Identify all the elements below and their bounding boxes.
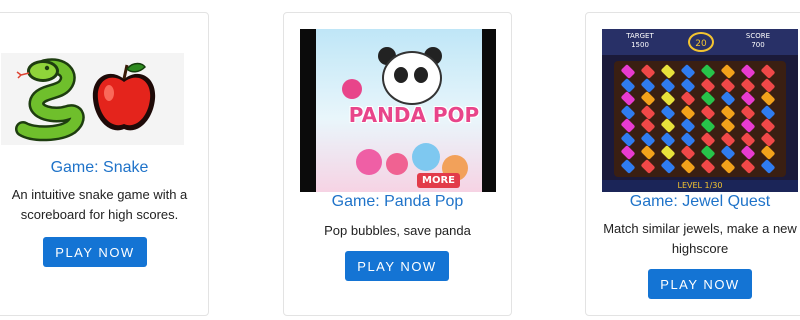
gem-icon bbox=[760, 104, 776, 120]
gem-icon bbox=[760, 91, 776, 106]
target-value: 1500 bbox=[631, 41, 649, 49]
gem-icon bbox=[740, 64, 756, 79]
game-title[interactable]: Game: Panda Pop bbox=[284, 193, 511, 211]
gem-icon bbox=[640, 158, 656, 174]
gem-icon bbox=[660, 104, 676, 120]
gem-icon bbox=[700, 64, 716, 79]
game-description: An intuitive snake game with a scoreboar… bbox=[11, 187, 188, 222]
gem-icon bbox=[720, 118, 736, 133]
gem-icon bbox=[700, 91, 716, 106]
level-indicator: LEVEL 1/30 bbox=[602, 180, 798, 192]
panda-pop-artwork: PANDA POP MORE bbox=[316, 29, 482, 192]
gem-icon bbox=[680, 91, 696, 106]
gem-icon bbox=[660, 64, 676, 79]
snake-thumbnail[interactable] bbox=[1, 53, 184, 145]
game-card-panda-pop: PANDA POP MORE Game: Panda Pop Pop bubbl… bbox=[283, 12, 512, 316]
gem-icon bbox=[740, 104, 756, 120]
gem-icon bbox=[740, 158, 756, 174]
gem-icon bbox=[680, 158, 696, 174]
gem-icon bbox=[640, 77, 656, 93]
play-now-button[interactable]: PLAY NOW bbox=[345, 251, 449, 281]
gem-icon bbox=[740, 131, 756, 147]
gem-icon bbox=[700, 158, 716, 174]
game-card-jewel-quest: TARGET 1500 20 SCORE 700 LEVEL 1/30 Game… bbox=[585, 12, 800, 316]
gem-icon bbox=[640, 145, 656, 160]
gem-icon bbox=[640, 118, 656, 133]
gem-icon bbox=[680, 64, 696, 79]
gem-icon bbox=[620, 91, 636, 106]
gem-icon bbox=[760, 77, 776, 93]
panda-pop-logo: PANDA POP bbox=[348, 103, 480, 127]
gem-icon bbox=[720, 145, 736, 160]
apple-icon bbox=[92, 62, 156, 131]
game-description: Match similar jewels, make a new highsco… bbox=[603, 221, 797, 256]
game-description: Pop bubbles, save panda bbox=[324, 223, 471, 238]
gem-icon bbox=[640, 64, 656, 79]
gem-icon bbox=[720, 91, 736, 106]
gem-icon bbox=[680, 145, 696, 160]
gem-icon bbox=[680, 131, 696, 147]
gem-icon bbox=[740, 118, 756, 133]
jewel-quest-hud: TARGET 1500 20 SCORE 700 bbox=[602, 29, 798, 55]
gem-icon bbox=[620, 77, 636, 93]
gem-icon bbox=[620, 158, 636, 174]
gem-icon bbox=[760, 145, 776, 160]
gem-icon bbox=[660, 77, 676, 93]
jewel-quest-thumbnail[interactable]: TARGET 1500 20 SCORE 700 LEVEL 1/30 bbox=[602, 29, 798, 192]
jewel-board bbox=[614, 61, 786, 177]
play-now-button[interactable]: PLAY NOW bbox=[43, 237, 147, 267]
gem-icon bbox=[620, 104, 636, 120]
gem-icon bbox=[720, 131, 736, 147]
gem-icon bbox=[720, 158, 736, 174]
gem-icon bbox=[660, 91, 676, 106]
gem-icon bbox=[660, 118, 676, 133]
game-card-snake: Game: Snake An intuitive snake game with… bbox=[0, 12, 209, 316]
gem-icon bbox=[620, 118, 636, 133]
gem-icon bbox=[740, 91, 756, 106]
gem-icon bbox=[720, 104, 736, 120]
gem-icon bbox=[760, 131, 776, 147]
gem-icon bbox=[700, 145, 716, 160]
gem-icon bbox=[680, 77, 696, 93]
gem-icon bbox=[620, 145, 636, 160]
gem-icon bbox=[680, 118, 696, 133]
play-now-button[interactable]: PLAY NOW bbox=[648, 269, 752, 299]
gem-icon bbox=[760, 118, 776, 133]
gem-icon bbox=[720, 77, 736, 93]
gem-icon bbox=[660, 145, 676, 160]
panda-icon bbox=[382, 51, 442, 105]
gem-icon bbox=[700, 118, 716, 133]
gem-icon bbox=[640, 104, 656, 120]
gem-icon bbox=[660, 131, 676, 147]
score-label: SCORE bbox=[745, 32, 771, 40]
bubble-icon bbox=[342, 79, 362, 99]
gem-icon bbox=[640, 131, 656, 147]
game-title[interactable]: Game: Jewel Quest bbox=[586, 193, 800, 211]
target-label: TARGET bbox=[626, 32, 654, 40]
gem-icon bbox=[760, 64, 776, 79]
score-value: 700 bbox=[751, 41, 765, 49]
more-badge: MORE bbox=[417, 173, 460, 188]
gem-icon bbox=[620, 64, 636, 79]
game-title[interactable]: Game: Snake bbox=[0, 159, 208, 177]
gem-icon bbox=[740, 77, 756, 93]
moves-counter: 20 bbox=[688, 32, 714, 52]
gem-icon bbox=[640, 91, 656, 106]
gem-icon bbox=[700, 77, 716, 93]
gem-icon bbox=[620, 131, 636, 147]
gem-icon bbox=[680, 104, 696, 120]
gem-icon bbox=[700, 104, 716, 120]
gem-icon bbox=[740, 145, 756, 160]
gem-icon bbox=[720, 64, 736, 79]
gem-icon bbox=[660, 158, 676, 174]
gem-icon bbox=[760, 158, 776, 174]
panda-pop-thumbnail[interactable]: PANDA POP MORE bbox=[300, 29, 496, 192]
gem-icon bbox=[700, 131, 716, 147]
